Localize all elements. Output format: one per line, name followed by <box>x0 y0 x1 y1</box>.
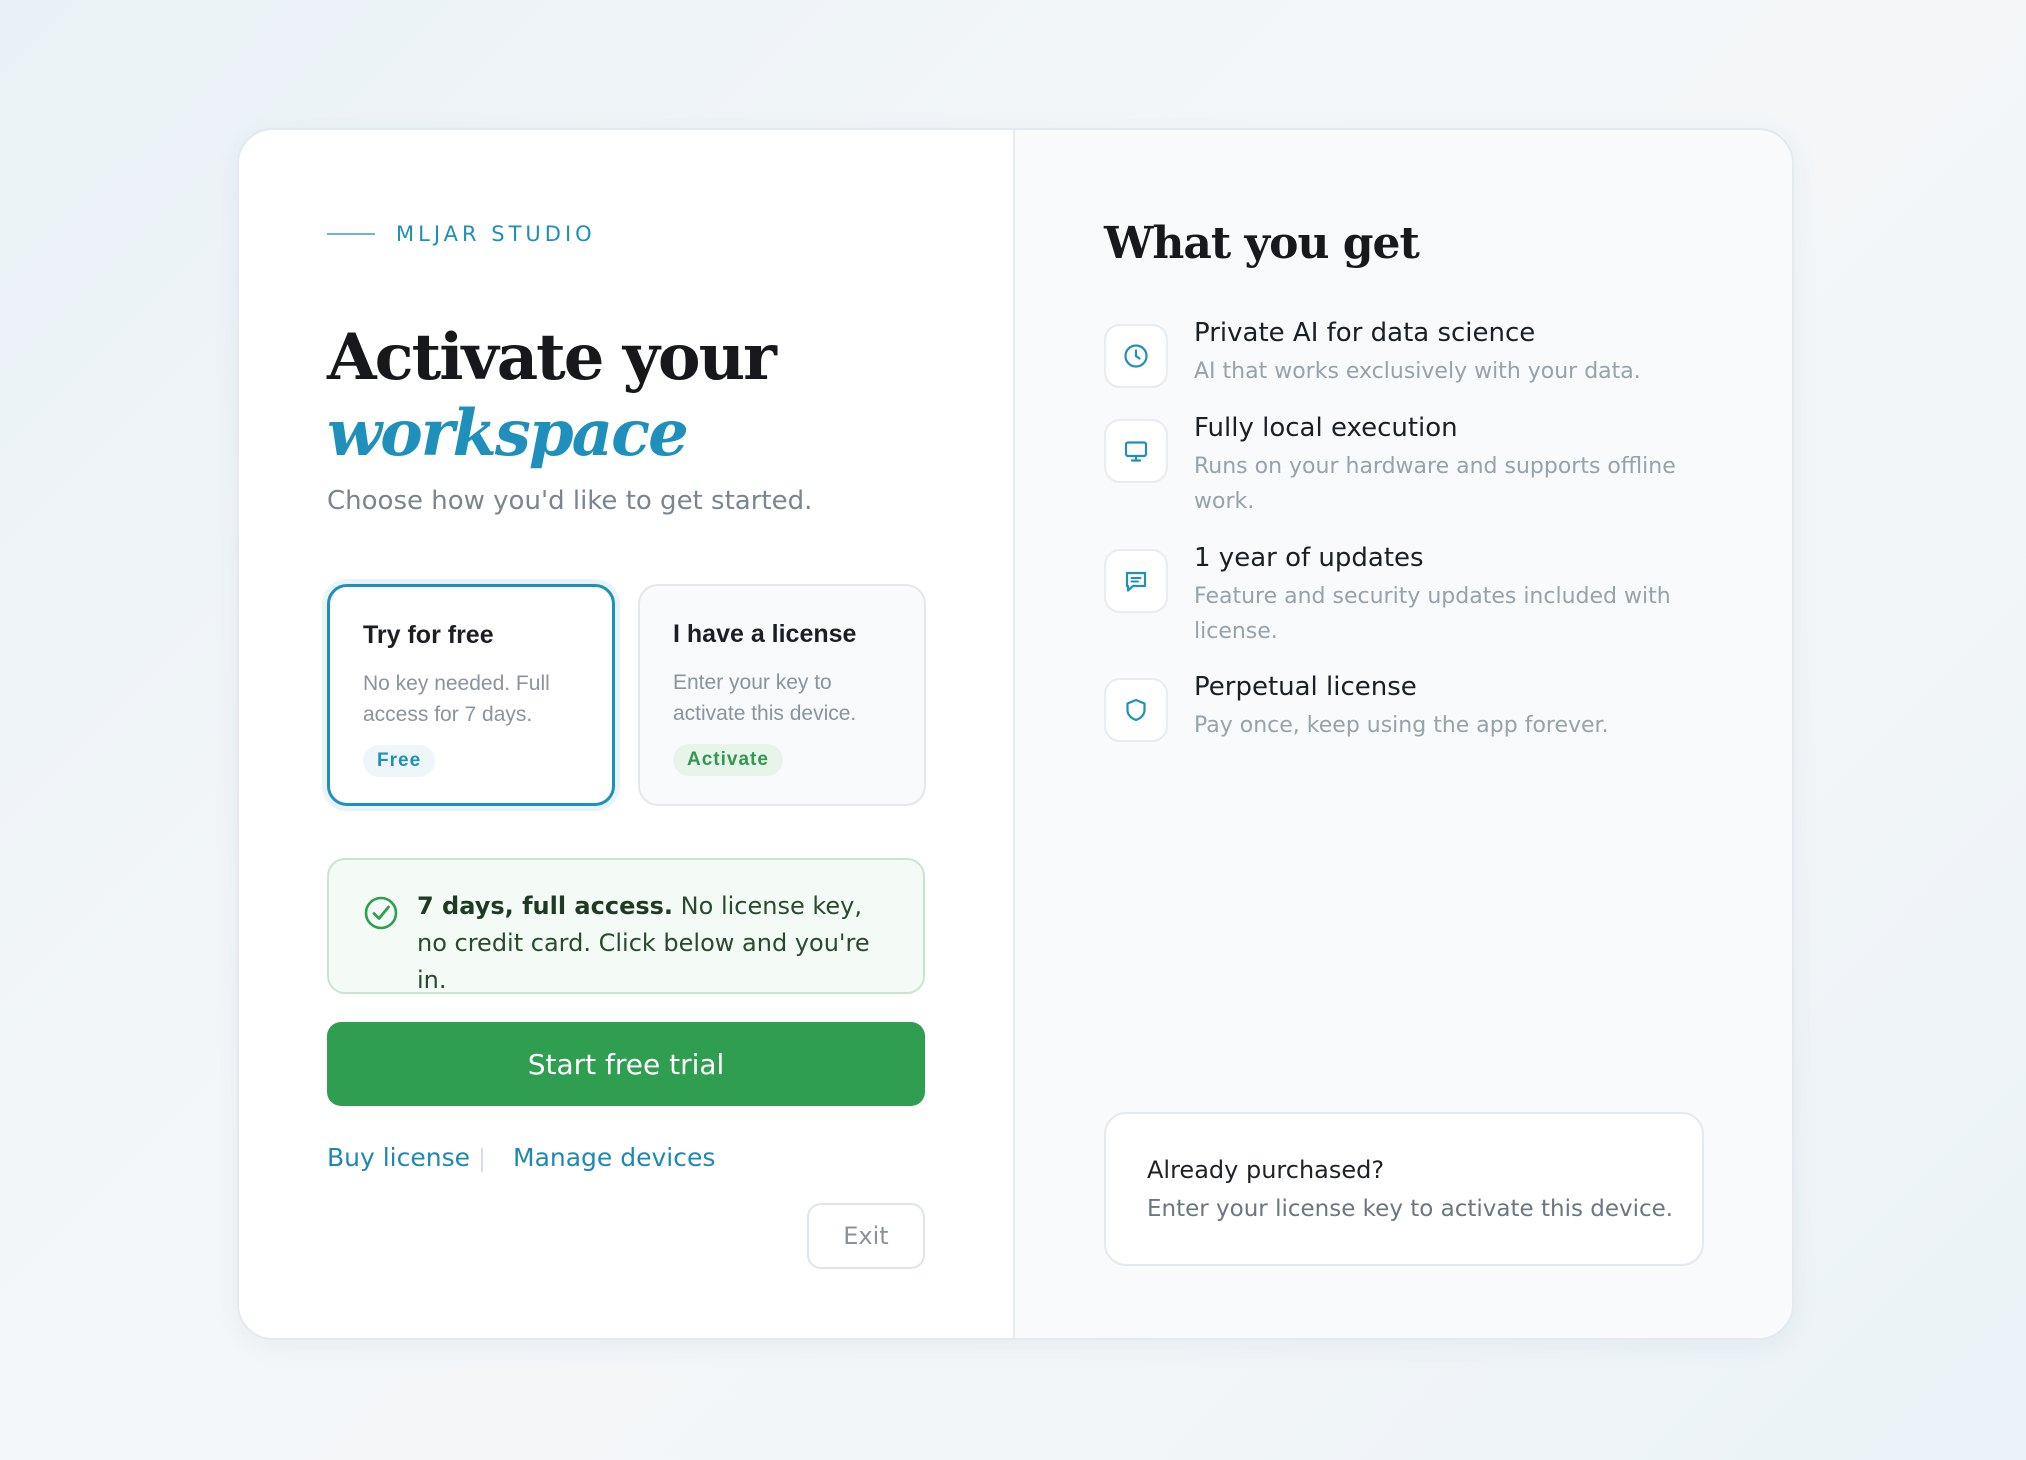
page-title: Activate your workspace <box>327 320 777 472</box>
notice-text: 7 days, full access. No license key, no … <box>417 888 897 999</box>
check-circle-icon <box>364 896 398 930</box>
activation-dialog: MLJAR STUDIO Activate your workspace Cho… <box>237 128 1794 1340</box>
already-purchased-title: Already purchased? <box>1147 1156 1385 1184</box>
have-license-option[interactable]: I have a license Enter your key to activ… <box>638 584 926 806</box>
start-free-trial-button[interactable]: Start free trial <box>327 1022 925 1106</box>
brand-name: MLJAR STUDIO <box>396 222 596 246</box>
title-line-2: workspace <box>327 396 689 471</box>
already-purchased-card[interactable]: Already purchased? Enter your license ke… <box>1104 1112 1704 1266</box>
manage-devices-link[interactable]: Manage devices <box>513 1143 715 1172</box>
option-title: I have a license <box>673 620 857 648</box>
title-line-1: Activate your <box>327 320 777 395</box>
brand-divider <box>327 233 375 235</box>
feature-description: Runs on your hardware and supports offli… <box>1194 454 1676 514</box>
notice-bold: 7 days, full access. <box>417 892 674 920</box>
feature-description: Feature and security updates included wi… <box>1194 584 1671 644</box>
monitor-icon <box>1104 419 1168 483</box>
brand: MLJAR STUDIO <box>327 222 596 246</box>
clock-icon <box>1104 324 1168 388</box>
feature-title: 1 year of updates <box>1194 543 1424 573</box>
footer-divider <box>481 1148 483 1172</box>
activate-badge: Activate <box>673 744 783 776</box>
buy-license-link[interactable]: Buy license <box>327 1143 470 1172</box>
exit-button[interactable]: Exit <box>807 1203 925 1269</box>
feature-title: Private AI for data science <box>1194 318 1536 348</box>
shield-icon <box>1104 678 1168 742</box>
option-title: Try for free <box>363 621 494 649</box>
option-description: Enter your key to activate this device. <box>673 671 857 725</box>
benefits-title: What you get <box>1104 218 1420 269</box>
left-panel: MLJAR STUDIO Activate your workspace Cho… <box>239 130 1015 1338</box>
already-purchased-description: Enter your license key to activate this … <box>1147 1196 1674 1222</box>
free-badge: Free <box>363 745 436 777</box>
feature-description: Pay once, keep using the app forever. <box>1194 713 1609 738</box>
feature-title: Perpetual license <box>1194 672 1417 702</box>
trial-notice: 7 days, full access. No license key, no … <box>327 858 925 994</box>
chat-icon <box>1104 549 1168 613</box>
feature-description: AI that works exclusively with your data… <box>1194 359 1641 384</box>
right-panel: What you get Private AI for data science… <box>1015 130 1792 1338</box>
try-for-free-option[interactable]: Try for free No key needed. Full access … <box>327 584 615 806</box>
page-subtitle: Choose how you'd like to get started. <box>327 486 813 516</box>
option-description: No key needed. Full access for 7 days. <box>363 672 550 726</box>
feature-title: Fully local execution <box>1194 413 1458 443</box>
